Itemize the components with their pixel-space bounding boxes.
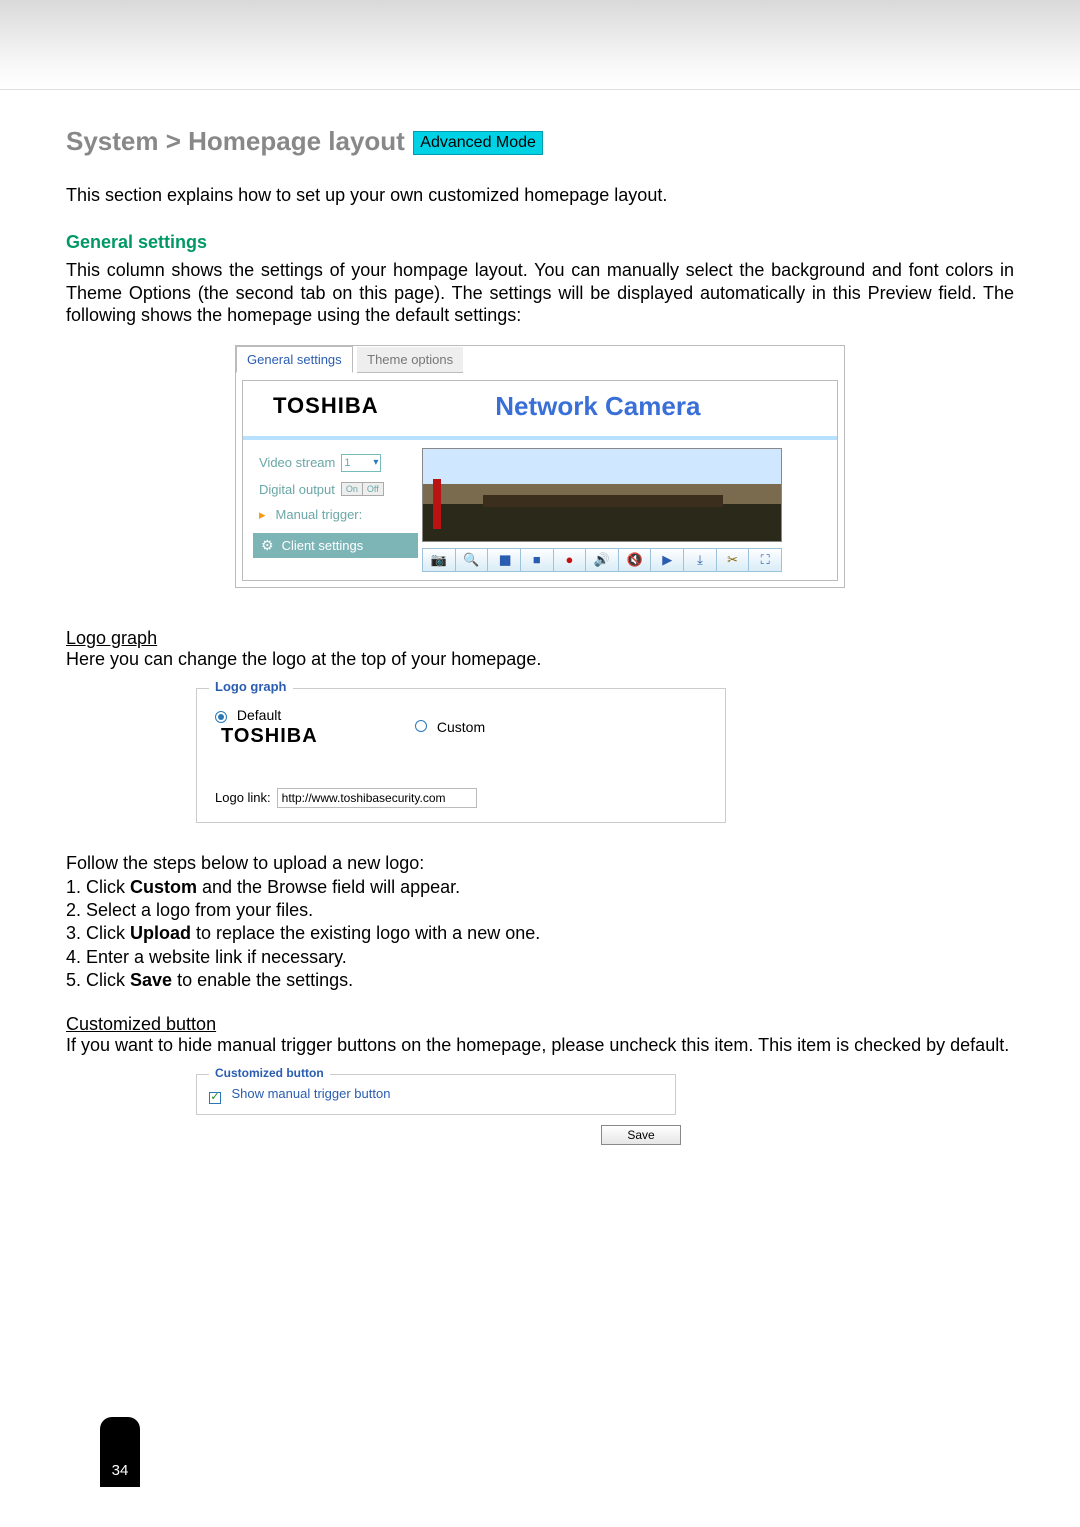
download-icon[interactable]: ⤓: [684, 549, 717, 571]
play-icon[interactable]: ▶: [651, 549, 684, 571]
upload-steps-intro: Follow the steps below to upload a new l…: [66, 853, 1014, 874]
snapshot-icon[interactable]: 📷: [423, 549, 456, 571]
customized-button-heading: Customized button: [66, 1014, 216, 1034]
page-number-tab: 34: [100, 1417, 140, 1487]
video-stream-value: 1: [344, 457, 350, 469]
record-icon[interactable]: ●: [554, 549, 587, 571]
list-item: 4. Enter a website link if necessary.: [66, 946, 1014, 969]
list-item: 5. Click Save to enable the settings.: [66, 969, 1014, 992]
radio-default[interactable]: [215, 711, 227, 723]
mute-icon[interactable]: 🔇: [619, 549, 652, 571]
homepage-preview: General settings Theme options TOSHIBA N…: [235, 345, 845, 588]
tab-theme-options[interactable]: Theme options: [357, 347, 463, 373]
preview-video-area: 📷 🔍 ▮▮ ■ ● 🔊 🔇 ▶ ⤓ ✂ ⛶: [418, 444, 837, 580]
preview-brand-logo: TOSHIBA: [273, 393, 379, 419]
show-manual-trigger-checkbox[interactable]: [209, 1092, 221, 1104]
show-manual-trigger-label: Show manual trigger button: [231, 1086, 390, 1101]
digital-output-toggle[interactable]: On Off: [341, 482, 384, 496]
list-item: 3. Click Upload to replace the existing …: [66, 922, 1014, 945]
logo-link-label: Logo link:: [215, 790, 271, 805]
customized-button-text: If you want to hide manual trigger butto…: [66, 1035, 1014, 1056]
tab-general-settings[interactable]: General settings: [236, 346, 353, 373]
intro-text: This section explains how to set up your…: [66, 185, 1014, 206]
advanced-mode-badge: Advanced Mode: [413, 131, 543, 155]
zoom-icon[interactable]: 🔍: [456, 549, 489, 571]
preview-sidebar: Video stream 1 ▾ Digital output On Off: [243, 444, 418, 580]
video-stream-select[interactable]: 1 ▾: [341, 454, 381, 472]
general-settings-heading: General settings: [66, 232, 1014, 253]
customized-button-fieldset: Customized button Show manual trigger bu…: [196, 1074, 676, 1115]
default-logo-preview: TOSHIBA: [221, 725, 415, 748]
customized-button-legend: Customized button: [209, 1066, 330, 1080]
manual-trigger-label: Manual trigger:: [276, 507, 363, 522]
video-toolbar: 📷 🔍 ▮▮ ■ ● 🔊 🔇 ▶ ⤓ ✂ ⛶: [422, 548, 782, 572]
video-stream-label: Video stream: [259, 455, 335, 470]
fullscreen-icon[interactable]: ⛶: [749, 549, 781, 571]
logo-graph-fieldset: Logo graph Default TOSHIBA Custom Logo l…: [196, 688, 726, 823]
stop-icon[interactable]: ■: [521, 549, 554, 571]
preview-product-title: Network Camera: [379, 391, 817, 422]
digital-output-on[interactable]: On: [342, 483, 363, 495]
digital-output-label: Digital output: [259, 482, 335, 497]
page-title: System > Homepage layout: [66, 126, 405, 156]
logo-graph-legend: Logo graph: [209, 679, 293, 694]
logo-graph-heading: Logo graph: [66, 628, 157, 648]
radio-default-label: Default: [237, 707, 281, 723]
pause-icon[interactable]: ▮▮: [488, 549, 521, 571]
page-title-line: System > Homepage layout Advanced Mode: [66, 126, 1014, 157]
list-item: 1. Click Custom and the Browse field wil…: [66, 876, 1014, 899]
gear-icon: ⚙: [261, 537, 274, 554]
page-top-band: [0, 0, 1080, 90]
list-item: 2. Select a logo from your files.: [66, 899, 1014, 922]
upload-steps-list: 1. Click Custom and the Browse field wil…: [66, 876, 1014, 993]
client-settings-link[interactable]: ⚙ Client settings: [253, 533, 418, 558]
video-preview-image: [422, 448, 782, 542]
volume-up-icon[interactable]: 🔊: [586, 549, 619, 571]
save-button[interactable]: Save: [601, 1125, 681, 1145]
expand-arrow-icon: ▸: [259, 507, 266, 523]
radio-custom-label: Custom: [437, 719, 485, 735]
radio-custom[interactable]: [415, 720, 427, 732]
scissors-icon[interactable]: ✂: [717, 549, 750, 571]
logo-link-input[interactable]: http://www.toshibasecurity.com: [277, 788, 477, 808]
chevron-down-icon: ▾: [373, 457, 378, 468]
preview-tabs: General settings Theme options: [236, 346, 844, 374]
logo-graph-text: Here you can change the logo at the top …: [66, 649, 1014, 670]
digital-output-off[interactable]: Off: [363, 483, 383, 495]
client-settings-label: Client settings: [282, 538, 364, 553]
general-settings-paragraph: This column shows the settings of your h…: [66, 259, 1014, 327]
